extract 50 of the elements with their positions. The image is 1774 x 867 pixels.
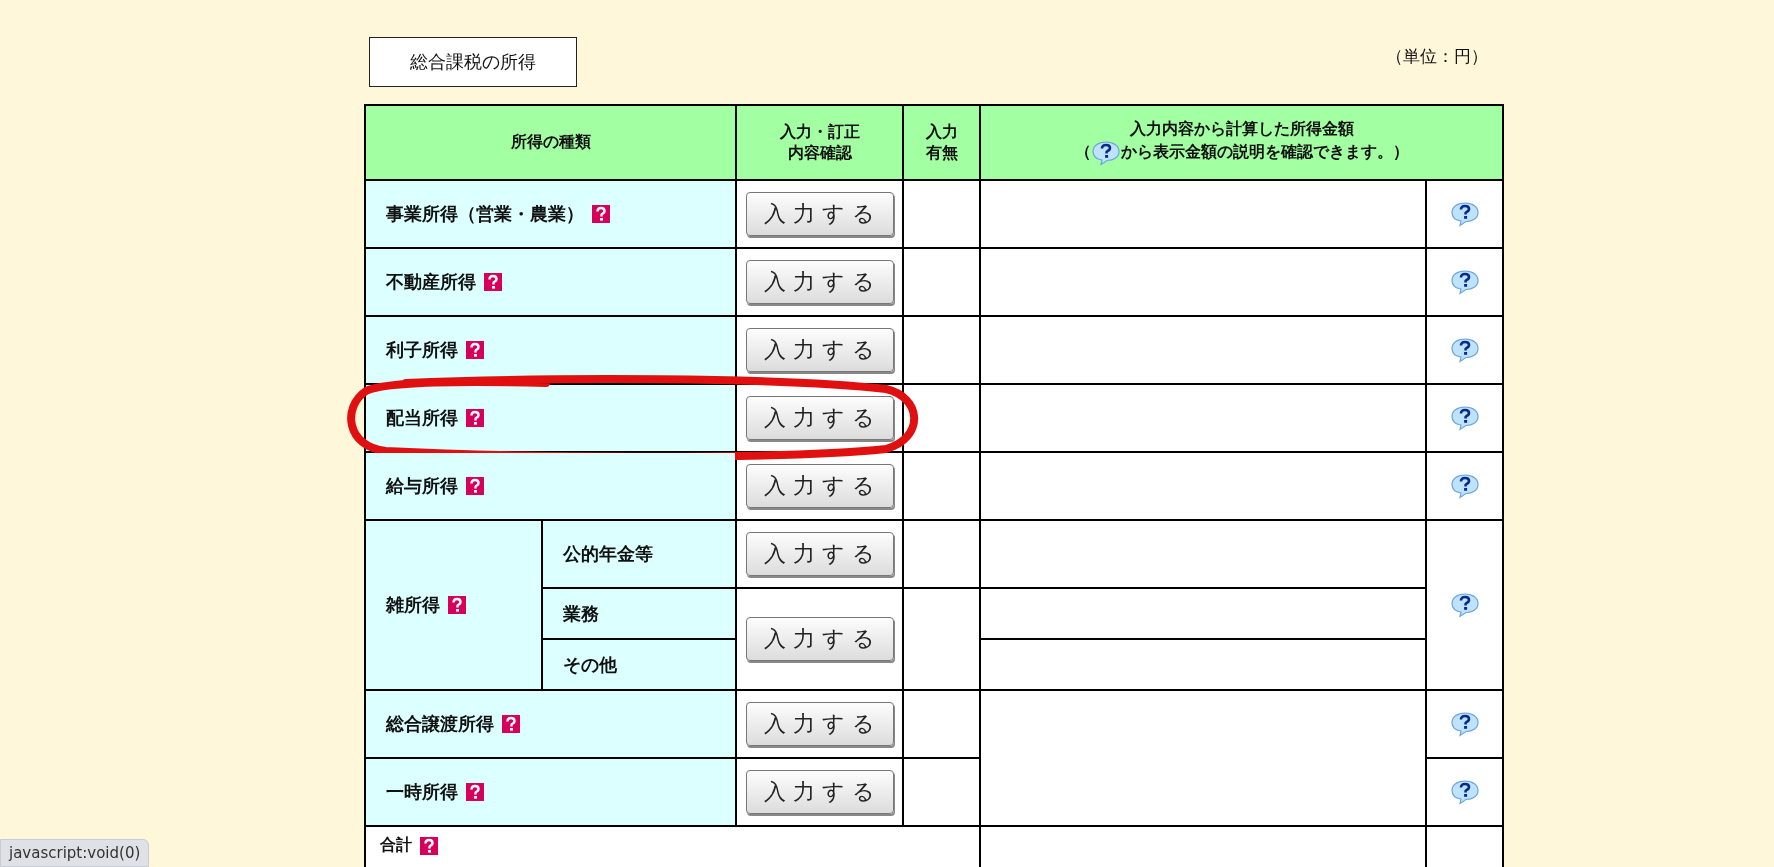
column-header: 入力内容から計算した所得金額 xyxy=(1129,119,1354,140)
input-button[interactable]: 入力する xyxy=(745,770,894,814)
subtype-label: その他 xyxy=(563,653,617,675)
help-icon[interactable] xyxy=(466,477,484,495)
input-button[interactable]: 入力する xyxy=(745,328,894,372)
help-icon[interactable] xyxy=(502,715,520,733)
status-bar-url: javascript:void(0) xyxy=(0,839,150,867)
input-button[interactable]: 入力する xyxy=(745,617,894,661)
income-type-label: 配当所得 xyxy=(386,406,458,430)
subtype-label: 業務 xyxy=(563,602,599,624)
subtype-label: 公的年金等 xyxy=(563,543,653,564)
income-type-label: 利子所得 xyxy=(386,338,458,362)
help-bubble-icon[interactable] xyxy=(1449,201,1480,227)
help-icon[interactable] xyxy=(466,341,484,359)
total-label: 合計 xyxy=(380,835,412,856)
column-header: 内容確認 xyxy=(787,142,852,164)
column-header: 有無 xyxy=(925,142,958,164)
header-note: （ xyxy=(1074,142,1091,164)
input-button[interactable]: 入力する xyxy=(745,192,894,236)
help-icon[interactable] xyxy=(448,596,466,614)
help-bubble-icon[interactable] xyxy=(1449,779,1480,805)
help-icon[interactable] xyxy=(466,409,484,427)
column-header: 入力 xyxy=(925,121,958,143)
help-bubble-icon[interactable] xyxy=(1449,337,1480,363)
income-type-label: 雑所得 xyxy=(386,593,440,617)
section-title: 総合課税の所得 xyxy=(369,37,577,87)
income-type-label: 給与所得 xyxy=(386,474,458,498)
input-button[interactable]: 入力する xyxy=(745,702,894,746)
help-icon[interactable] xyxy=(420,836,438,855)
help-bubble-icon[interactable] xyxy=(1449,405,1480,431)
help-bubble-icon[interactable] xyxy=(1449,592,1480,618)
help-icon[interactable] xyxy=(592,205,610,223)
help-bubble-icon[interactable] xyxy=(1449,269,1480,295)
input-button[interactable]: 入力する xyxy=(745,260,894,304)
help-bubble-icon[interactable] xyxy=(1090,139,1121,166)
column-header: 所得の種類 xyxy=(510,132,591,153)
help-icon[interactable] xyxy=(466,783,484,801)
income-type-label: 事業所得（営業・農業） xyxy=(386,202,584,226)
input-button[interactable]: 入力する xyxy=(745,464,894,508)
income-type-label: 一時所得 xyxy=(386,780,458,804)
unit-label: （単位：円） xyxy=(1386,45,1488,68)
help-bubble-icon[interactable] xyxy=(1449,473,1480,499)
input-button[interactable]: 入力する xyxy=(745,396,894,440)
income-type-label: 総合譲渡所得 xyxy=(386,712,494,736)
help-icon[interactable] xyxy=(484,273,502,291)
input-button[interactable]: 入力する xyxy=(745,532,894,576)
header-note: から表示金額の説明を確認できます。） xyxy=(1120,142,1409,164)
help-bubble-icon[interactable] xyxy=(1449,711,1480,737)
income-type-label: 不動産所得 xyxy=(386,270,476,294)
column-header: 入力・訂正 xyxy=(779,121,860,143)
